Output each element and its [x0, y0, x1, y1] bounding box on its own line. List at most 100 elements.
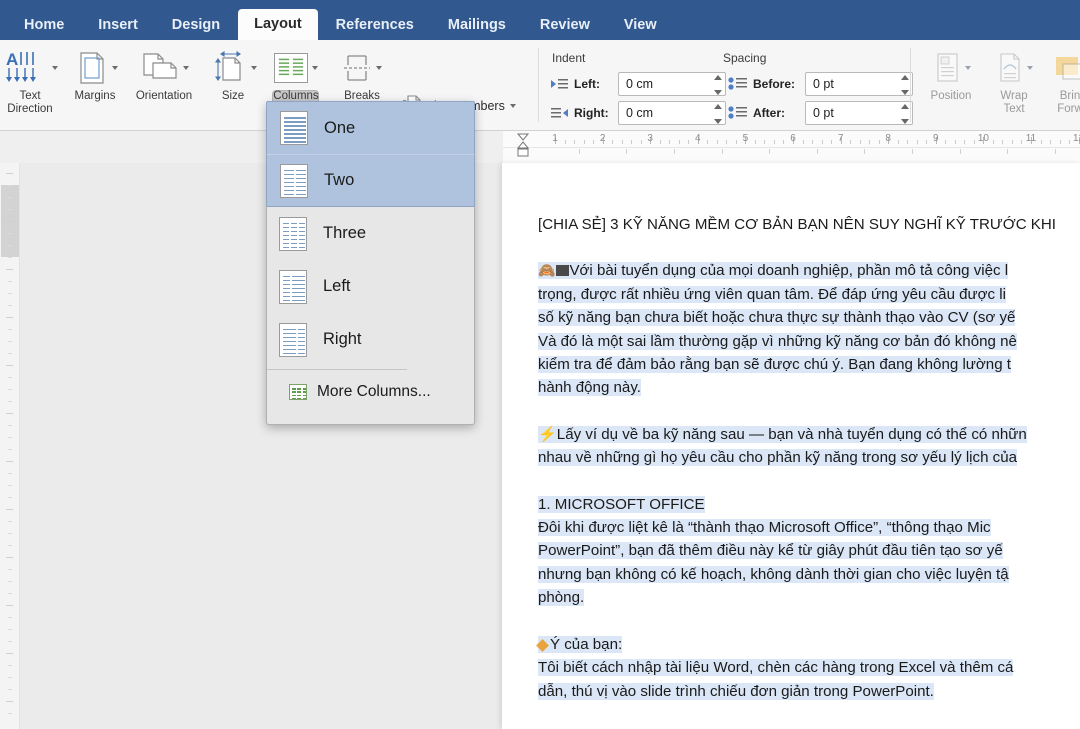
- ruler-subtick: [1040, 140, 1042, 144]
- columns-menu-item-one[interactable]: One: [266, 101, 475, 154]
- position-button[interactable]: Position: [920, 46, 982, 103]
- columns-menu-item-left[interactable]: Left: [267, 260, 474, 313]
- document-body-line: PowerPoint”, bạn đã thêm điều này kể từ …: [538, 539, 1080, 562]
- block-glyph-icon: [556, 265, 570, 277]
- tab-view[interactable]: View: [608, 10, 673, 40]
- size-button[interactable]: Size: [200, 46, 266, 103]
- wrap-text-button[interactable]: Wrap Text: [986, 46, 1042, 116]
- ruler-subtick: [583, 140, 585, 144]
- margins-button[interactable]: Margins: [62, 46, 128, 103]
- tab-references[interactable]: References: [320, 10, 430, 40]
- columns-menu-item-two[interactable]: Two: [266, 154, 475, 207]
- columns-dropdown-menu[interactable]: One Two Three Left Right More Columns...: [266, 101, 475, 425]
- text-run: hành động này.: [538, 379, 641, 397]
- breaks-button[interactable]: Breaks: [332, 46, 392, 103]
- indent-right-value: 0 cm: [626, 106, 654, 120]
- text-direction-button[interactable]: A Text Direction: [0, 46, 62, 116]
- text-direction-label-2: Direction: [7, 103, 53, 115]
- column-preview-icon: [279, 322, 307, 357]
- indent-left-input[interactable]: 0 cm: [618, 72, 726, 96]
- ruler-tick-label: 10: [977, 133, 989, 144]
- wrap-text-label-1: Wrap: [1000, 90, 1028, 102]
- ruler-subtick: [897, 140, 899, 144]
- spacing-after-row: After: 0 pt: [728, 101, 913, 125]
- spacing-after-input[interactable]: 0 pt: [805, 101, 913, 125]
- vertical-ruler[interactable]: [0, 163, 20, 729]
- vruler-tick: [8, 305, 12, 306]
- ruler-scale[interactable]: 123456789101112: [503, 131, 1080, 163]
- text-run: Đôi khi được liệt kê là “thành thạo Micr…: [538, 519, 991, 537]
- horizontal-ruler[interactable]: 123456789101112: [0, 131, 1080, 163]
- document-page[interactable]: TINHOCMOS [CHIA SẺ] 3 KỸ NĂNG MỀM CƠ BẢN…: [502, 163, 1080, 729]
- ruler-tick-label: 2: [599, 133, 606, 144]
- spacing-before-input[interactable]: 0 pt: [805, 72, 913, 96]
- bring-forward-button[interactable]: Brin Forw: [1042, 46, 1080, 116]
- indent-left-label: Left:: [574, 77, 600, 91]
- document-body-line: 🙈 Với bài tuyển dụng của mọi doanh nghiệp…: [538, 259, 1080, 282]
- ruler-subtick: [631, 140, 633, 144]
- vruler-tick: [8, 257, 12, 258]
- more-columns-menu-item[interactable]: More Columns...: [267, 370, 474, 414]
- indent-right-stepper[interactable]: [713, 104, 722, 124]
- position-label: Position: [930, 90, 972, 102]
- tab-home[interactable]: Home: [8, 10, 80, 40]
- ribbon-tabbar: Home Insert Design Layout References Mailings…: [0, 0, 1080, 40]
- vruler-tick: [8, 389, 12, 390]
- text-run: phòng.: [538, 589, 585, 607]
- ruler-subtick: [973, 140, 975, 144]
- tab-layout[interactable]: Layout: [238, 9, 318, 40]
- indent-marker[interactable]: [515, 132, 531, 167]
- tab-review[interactable]: Review: [524, 10, 606, 40]
- ruler-subtick: [821, 140, 823, 144]
- svg-text:A: A: [6, 50, 18, 69]
- document-body-line: số kỹ năng bạn chưa biết hoặc chưa thực …: [538, 306, 1080, 329]
- indent-right-input[interactable]: 0 cm: [618, 101, 726, 125]
- more-columns-label: More Columns...: [317, 383, 431, 400]
- vruler-tick: [8, 533, 12, 534]
- vruler-tick: [8, 209, 12, 210]
- indent-left-row: Left: 0 cm: [550, 72, 726, 96]
- spacing-after-label: After:: [753, 106, 785, 120]
- margins-icon: [62, 46, 128, 90]
- tab-insert[interactable]: Insert: [82, 10, 154, 40]
- emoji-icon: 🙈: [538, 262, 557, 279]
- text-run: Và đó là một sai lầm thường gặp vì những…: [538, 332, 1017, 350]
- tab-design[interactable]: Design: [156, 10, 236, 40]
- ruler-subtick: [678, 140, 680, 144]
- document-text[interactable]: [CHIA SẺ] 3 KỸ NĂNG MỀM CƠ BẢN BẠN NÊN S…: [536, 213, 1080, 729]
- document-canvas[interactable]: TINHOCMOS [CHIA SẺ] 3 KỸ NĂNG MỀM CƠ BẢN…: [20, 163, 1080, 729]
- indent-left-stepper[interactable]: [713, 75, 722, 95]
- vruler-tick: [8, 401, 12, 402]
- vruler-tick: [8, 617, 12, 618]
- ruler-lowtick: [864, 149, 866, 154]
- vruler-tick: [8, 185, 12, 186]
- text-run: nhau về những gì họ yêu cầu cho phần kỹ …: [538, 449, 1017, 467]
- columns-menu-item-three[interactable]: Three: [267, 207, 474, 260]
- columns-button[interactable]: Columns: [266, 46, 326, 103]
- text-run: 1. MICROSOFT OFFICE: [538, 495, 705, 513]
- vruler-tick: [8, 281, 12, 282]
- spacing-before-row: Before: 0 pt: [728, 72, 913, 96]
- text-run: PowerPoint”, bạn đã thêm điều này kể từ …: [538, 542, 1003, 560]
- ruler-subtick: [574, 140, 576, 144]
- vruler-tick: [8, 437, 12, 438]
- ruler-subtick: [926, 140, 928, 144]
- text-run: nhưng bạn không có kế hoạch, không dành …: [538, 565, 1009, 583]
- columns-menu-item-label: Three: [323, 224, 367, 242]
- vruler-tick: [8, 629, 12, 630]
- ruler-subtick: [1021, 140, 1023, 144]
- spacing-after-icon: [728, 106, 747, 119]
- size-label: Size: [221, 90, 245, 102]
- spacing-before-stepper[interactable]: [900, 75, 909, 95]
- ruler-subtick: [640, 140, 642, 144]
- orientation-button[interactable]: Orientation: [128, 46, 200, 103]
- ruler-lowtick: [626, 149, 628, 154]
- tab-mailings[interactable]: Mailings: [432, 10, 522, 40]
- text-run: Tôi biết cách nhập tài liệu Word, chèn c…: [538, 659, 1014, 677]
- vruler-tick: [8, 689, 12, 690]
- ruler-lowtick: [816, 149, 818, 154]
- columns-menu-item-right[interactable]: Right: [267, 313, 474, 366]
- spacing-after-stepper[interactable]: [900, 104, 909, 124]
